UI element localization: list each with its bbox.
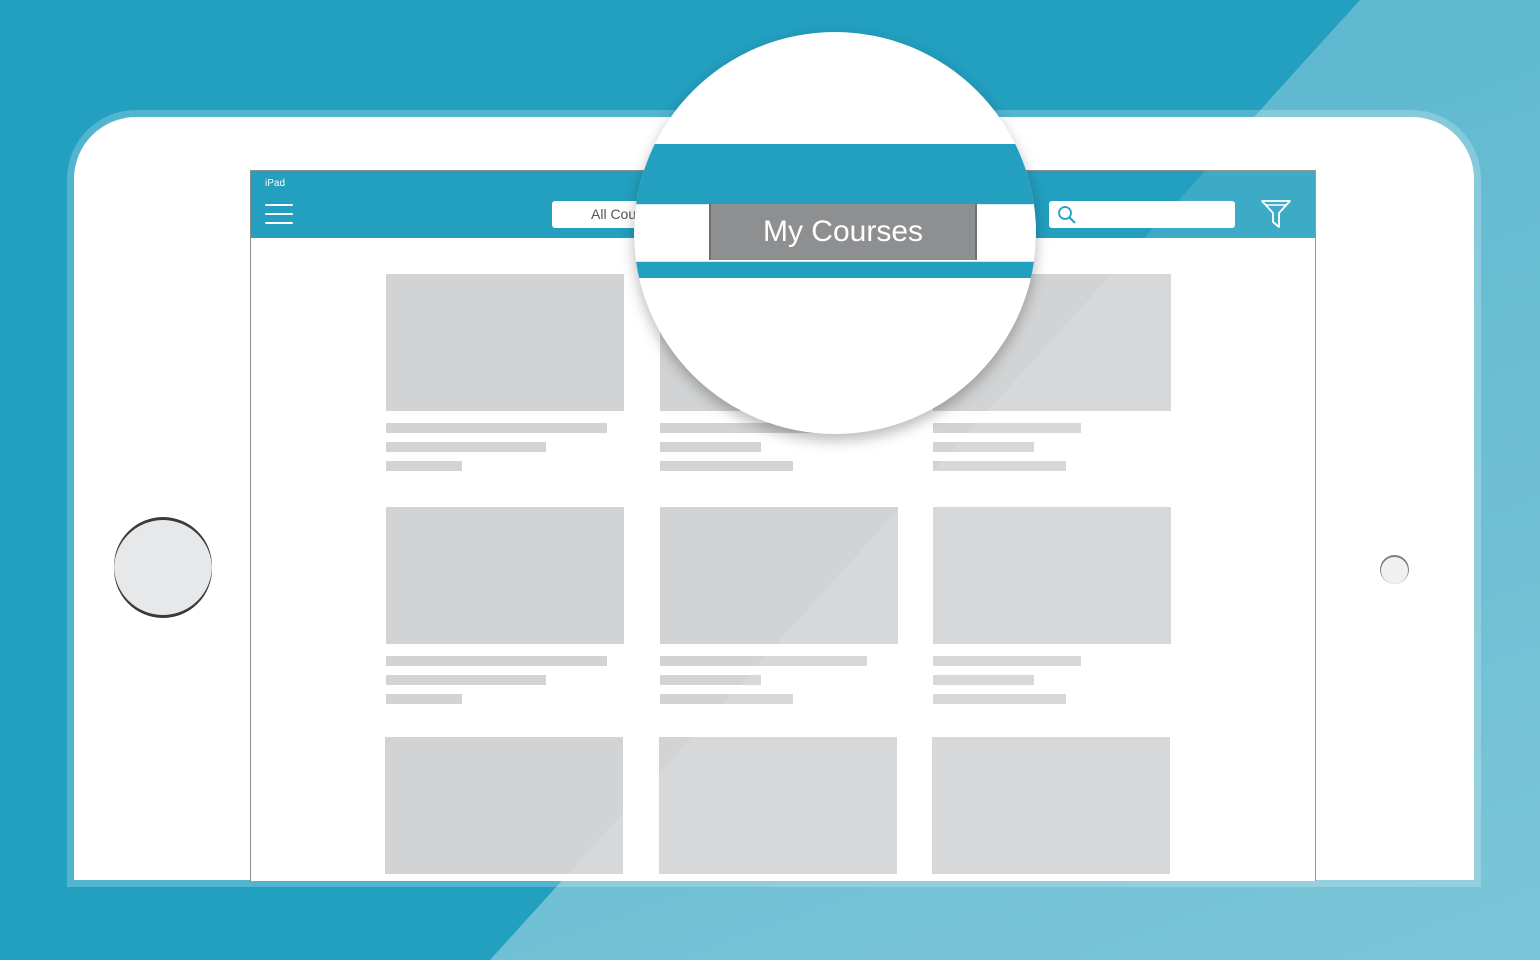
course-meta-placeholder (660, 694, 793, 704)
filter-funnel-icon[interactable] (1260, 198, 1292, 230)
camera-dot (1381, 557, 1408, 584)
hamburger-menu-icon[interactable] (265, 202, 295, 226)
course-subtitle-placeholder (660, 675, 761, 685)
course-title-placeholder (933, 656, 1081, 666)
course-meta-placeholder (660, 461, 793, 471)
zoom-magnifier: My Courses (634, 32, 1036, 434)
course-thumbnail (386, 507, 624, 644)
course-title-placeholder (386, 656, 607, 666)
course-subtitle-placeholder (933, 442, 1034, 452)
course-thumbnail (660, 507, 898, 644)
course-card[interactable] (385, 737, 625, 877)
course-thumbnail (659, 737, 897, 874)
course-subtitle-placeholder (660, 442, 761, 452)
course-card[interactable] (659, 737, 899, 877)
course-thumbnail (386, 274, 624, 411)
course-title-placeholder (660, 656, 867, 666)
course-title-placeholder (933, 423, 1081, 433)
course-card[interactable] (932, 737, 1172, 877)
course-meta-placeholder (386, 694, 462, 704)
course-card[interactable] (933, 507, 1173, 707)
course-card[interactable] (386, 274, 626, 474)
course-card[interactable] (660, 507, 900, 707)
my-courses-segment[interactable]: My Courses (709, 204, 977, 260)
course-meta-placeholder (933, 694, 1066, 704)
course-card[interactable] (386, 507, 626, 707)
search-icon (1058, 206, 1076, 224)
course-meta-placeholder (933, 461, 1066, 471)
course-title-placeholder (386, 423, 607, 433)
home-button[interactable] (114, 520, 212, 618)
course-meta-placeholder (386, 461, 462, 471)
course-subtitle-placeholder (386, 442, 546, 452)
course-thumbnail (932, 737, 1170, 874)
course-thumbnail (933, 507, 1171, 644)
search-input[interactable] (1049, 201, 1235, 228)
course-subtitle-placeholder (933, 675, 1034, 685)
device-status-label: iPad (265, 178, 286, 189)
course-thumbnail (385, 737, 623, 874)
course-subtitle-placeholder (386, 675, 546, 685)
